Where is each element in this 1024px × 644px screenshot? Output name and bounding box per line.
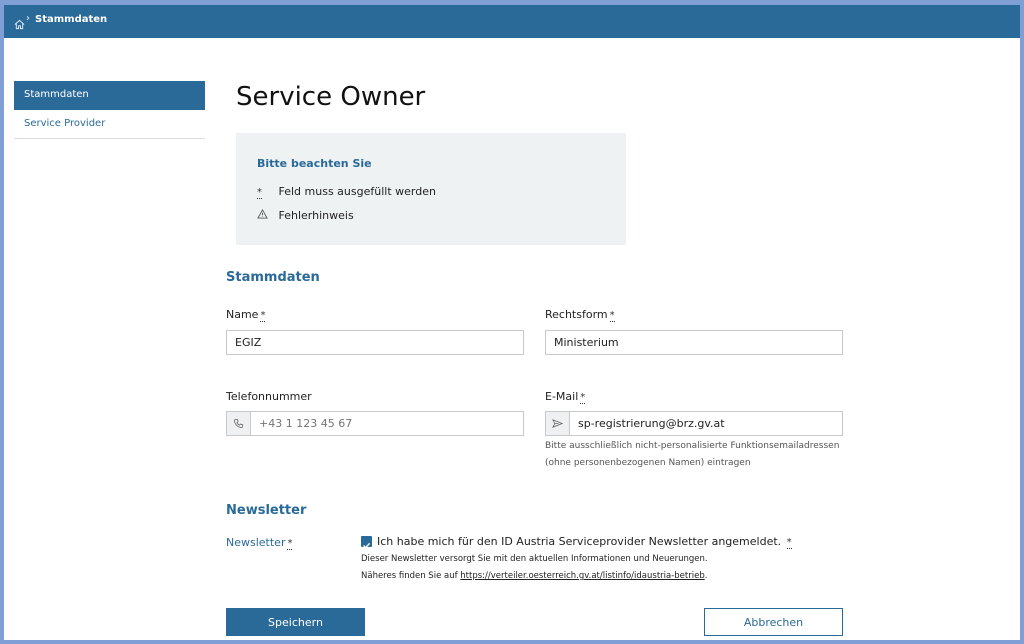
required-mark: * xyxy=(260,310,266,322)
required-mark: * xyxy=(609,310,615,322)
section-title-stammdaten: Stammdaten xyxy=(226,270,320,285)
send-icon xyxy=(545,411,569,436)
phone-icon xyxy=(226,411,250,436)
rechtsform-select[interactable] xyxy=(545,330,843,355)
newsletter-checkbox-label[interactable]: Ich habe mich für den ID Austria Service… xyxy=(377,535,792,549)
warning-icon xyxy=(257,208,275,222)
sidebar-item-stammdaten[interactable]: Stammdaten xyxy=(14,81,205,110)
breadcrumb-current: Stammdaten xyxy=(35,14,108,25)
newsletter-description: Dieser Newsletter versorgt Sie mit den a… xyxy=(361,554,708,564)
required-mark: * xyxy=(287,538,293,550)
email-label: E-Mail * xyxy=(545,390,586,404)
email-input[interactable] xyxy=(569,411,843,436)
save-button[interactable]: Speichern xyxy=(226,608,365,636)
app-window: › Stammdaten Stammdaten Service Provider… xyxy=(4,5,1020,640)
sidebar-item-service-provider[interactable]: Service Provider xyxy=(14,110,205,139)
home-icon[interactable] xyxy=(14,15,26,30)
breadcrumb-separator: › xyxy=(26,13,30,24)
section-title-newsletter: Newsletter xyxy=(226,503,307,518)
email-hint: Bitte ausschließlich nicht-personalisier… xyxy=(545,441,840,468)
notice-error-text: Fehlerhinweis xyxy=(278,209,354,222)
checkmark-icon xyxy=(363,542,371,549)
notice-error-row: Fehlerhinweis xyxy=(257,208,354,222)
telefon-input[interactable] xyxy=(250,411,524,436)
notice-title: Bitte beachten Sie xyxy=(257,157,372,170)
notice-box: Bitte beachten Sie * Feld muss ausgefüll… xyxy=(236,133,626,245)
name-label: Name * xyxy=(226,308,266,322)
notice-required-row: * Feld muss ausgefüllt werden xyxy=(257,185,436,199)
newsletter-link[interactable]: https://verteiler.oesterreich.gv.at/list… xyxy=(460,571,704,581)
required-symbol: * xyxy=(257,187,262,199)
cancel-button[interactable]: Abbrechen xyxy=(704,608,843,636)
newsletter-more-info: Näheres finden Sie auf https://verteiler… xyxy=(361,571,708,581)
newsletter-checkbox[interactable] xyxy=(361,536,372,549)
top-bar: › Stammdaten xyxy=(4,5,1020,38)
page-title: Service Owner xyxy=(236,82,426,112)
name-input[interactable] xyxy=(226,330,524,355)
rechtsform-label: Rechtsform * xyxy=(545,308,615,322)
notice-required-text: Feld muss ausgefüllt werden xyxy=(278,185,436,198)
telefon-label: Telefonnummer xyxy=(226,390,312,403)
required-mark: * xyxy=(786,537,792,549)
required-mark: * xyxy=(580,392,586,404)
sidebar: Stammdaten Service Provider xyxy=(14,81,205,139)
newsletter-label: Newsletter * xyxy=(226,536,293,550)
